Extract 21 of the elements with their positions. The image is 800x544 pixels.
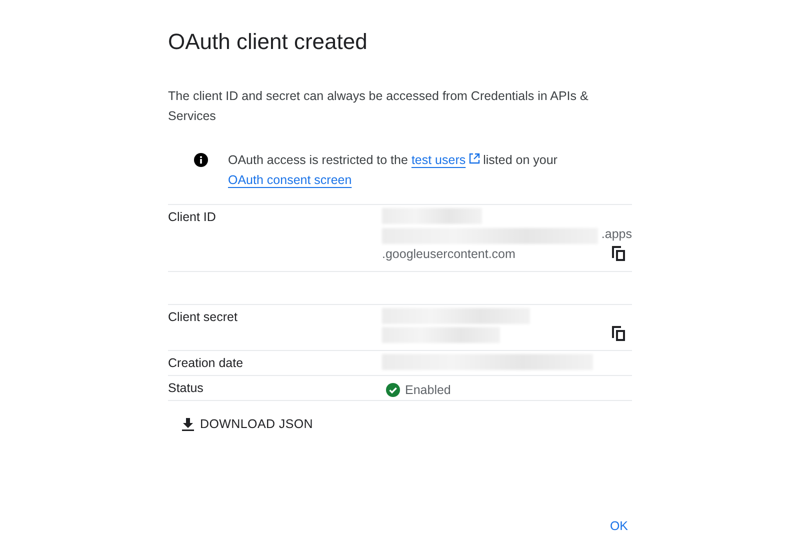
ok-button[interactable]: OK	[606, 515, 632, 537]
copy-icon	[612, 326, 625, 340]
consent-screen-link[interactable]: OAuth consent screen	[228, 173, 352, 187]
dialog-title: OAuth client created	[168, 28, 368, 56]
external-link-icon	[468, 153, 480, 164]
client-id-domain: .googleusercontent.com	[382, 246, 516, 263]
test-users-link[interactable]: test users	[411, 153, 480, 167]
field-label: Creation date	[168, 355, 244, 372]
notice-text: OAuth access is restricted to the test users listed on your OAuth consent screen	[228, 152, 558, 189]
download-json-button[interactable]: DOWNLOAD JSON	[180, 413, 316, 435]
field-label: Client secret	[168, 309, 238, 326]
dialog-description: The client ID and secret can always be accessed from Credentials in APIs & Services	[168, 88, 590, 125]
field-label: Client ID	[168, 209, 217, 226]
copy-button[interactable]	[612, 326, 626, 342]
copy-button[interactable]	[612, 246, 626, 262]
field-label: Status	[168, 380, 204, 397]
status-value: Enabled	[405, 382, 451, 398]
info-icon	[194, 153, 208, 167]
copy-icon	[612, 246, 625, 261]
download-icon	[182, 418, 194, 430]
client-id-suffix: .apps	[601, 226, 632, 243]
